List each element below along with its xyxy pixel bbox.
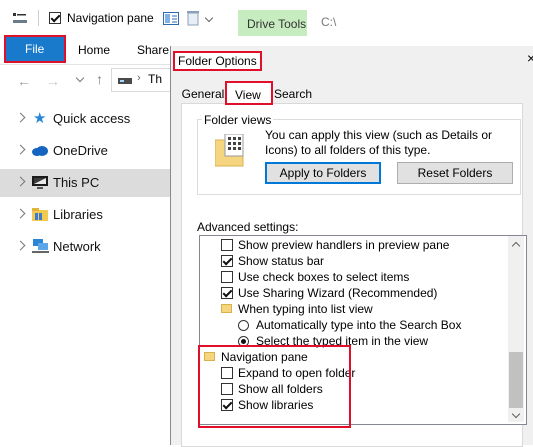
sidebar-item-quick-access[interactable]: ★ Quick access <box>0 105 170 133</box>
expand-chevron-icon[interactable] <box>15 144 26 155</box>
expand-chevron-icon[interactable] <box>15 176 26 187</box>
setting-label: Show preview handlers in preview pane <box>238 238 450 252</box>
sidebar-item-label: OneDrive <box>53 143 108 158</box>
expand-chevron-icon[interactable] <box>15 240 26 251</box>
back-arrow-icon[interactable]: ← <box>17 73 31 89</box>
tab-general[interactable]: General <box>181 87 225 103</box>
setting-checkbox[interactable] <box>221 271 233 283</box>
advanced-settings-label: Advanced settings: <box>197 220 299 234</box>
setting-label: Use Sharing Wizard (Recommended) <box>238 286 438 300</box>
tab-view[interactable]: View <box>225 81 273 105</box>
share-tab[interactable]: Share <box>137 43 169 57</box>
sidebar-item-label: Network <box>53 239 101 254</box>
scroll-up-icon[interactable] <box>511 241 521 251</box>
sidebar-item-this-pc[interactable]: This PC <box>0 169 170 197</box>
setting-checkbox[interactable] <box>221 239 233 251</box>
drive-tools-tab[interactable]: Drive Tools <box>238 10 307 36</box>
button-label: Apply to Folders <box>279 166 367 180</box>
details-pane-icon[interactable] <box>163 12 179 28</box>
folder-views-legend: Folder views <box>202 113 274 127</box>
sidebar-item-network[interactable]: Network <box>0 233 170 261</box>
drive-tools-label: Drive Tools <box>247 17 307 31</box>
window-path: C:\ <box>321 15 337 29</box>
dialog-title: Folder Options <box>173 51 262 71</box>
apply-to-folders-button[interactable]: Apply to Folders <box>265 162 381 184</box>
cloud-icon <box>32 145 48 159</box>
up-arrow-icon[interactable]: ↑ <box>96 71 103 87</box>
list-item[interactable]: When typing into list view <box>200 301 508 317</box>
recycle-bin-icon[interactable] <box>187 10 199 29</box>
expand-chevron-icon[interactable] <box>15 208 26 219</box>
setting-checkbox[interactable] <box>221 287 233 299</box>
drive-icon <box>118 75 132 89</box>
folder-grid-icon <box>214 133 247 171</box>
tab-label: View <box>235 88 261 102</box>
navigation-bar: ← → ↑ › Th <box>0 64 171 94</box>
navigation-pane: ★ Quick access OneDrive This PC Librarie… <box>0 94 170 445</box>
advanced-settings-scrollbar[interactable] <box>508 236 524 422</box>
list-item[interactable]: Automatically type into the Search Box <box>200 317 508 333</box>
folder-views-description: You can apply this view (such as Details… <box>265 128 493 157</box>
setting-group-label: When typing into list view <box>238 302 373 316</box>
button-label: Reset Folders <box>417 166 493 180</box>
list-item[interactable]: Use Sharing Wizard (Recommended) <box>200 285 508 301</box>
navigation-pane-highlight <box>198 345 351 428</box>
list-item[interactable]: Show preview handlers in preview pane <box>200 237 508 253</box>
properties-icon[interactable] <box>13 12 27 24</box>
expand-chevron-icon[interactable] <box>15 112 26 123</box>
setting-label: Automatically type into the Search Box <box>256 318 462 332</box>
sidebar-item-libraries[interactable]: Libraries <box>0 201 170 229</box>
setting-label: Show status bar <box>238 254 325 268</box>
tab-label: General <box>181 87 225 101</box>
list-item[interactable]: Show status bar <box>200 253 508 269</box>
navigation-pane-checkbox[interactable] <box>49 12 61 24</box>
scroll-down-icon[interactable] <box>511 409 521 419</box>
chevron-down-icon[interactable] <box>204 13 214 23</box>
sidebar-item-onedrive[interactable]: OneDrive <box>0 137 170 165</box>
sidebar-item-label: Quick access <box>53 111 131 126</box>
network-icon <box>32 239 49 256</box>
library-folder-icon <box>32 208 48 224</box>
sidebar-item-label: Libraries <box>53 207 103 222</box>
computer-icon <box>32 176 48 192</box>
toolbar-divider <box>38 10 39 26</box>
tab-search[interactable]: Search <box>272 87 314 103</box>
home-tab[interactable]: Home <box>78 43 110 57</box>
file-tab[interactable]: File <box>4 35 66 63</box>
breadcrumb[interactable]: Th <box>148 72 162 86</box>
reset-folders-button[interactable]: Reset Folders <box>397 162 513 184</box>
breadcrumb-separator-icon: › <box>137 72 141 84</box>
star-icon: ★ <box>33 110 47 127</box>
close-icon[interactable]: × <box>527 50 533 66</box>
file-tab-label: File <box>25 42 45 56</box>
sidebar-item-label: This PC <box>53 175 100 190</box>
setting-checkbox[interactable] <box>221 255 233 267</box>
tab-label: Search <box>273 87 313 101</box>
setting-label: Use check boxes to select items <box>238 270 410 284</box>
setting-radio[interactable] <box>238 320 249 331</box>
navigation-pane-label: Navigation pane <box>67 11 154 25</box>
folder-icon <box>221 304 232 313</box>
list-item[interactable]: Use check boxes to select items <box>200 269 508 285</box>
scroll-thumb[interactable] <box>509 352 523 408</box>
quick-access-toolbar: Navigation pane Drive Tools C:\ <box>0 0 533 36</box>
forward-arrow-icon[interactable]: → <box>46 73 60 89</box>
address-box[interactable]: › Th <box>111 68 171 92</box>
recent-locations-icon[interactable] <box>75 73 85 83</box>
